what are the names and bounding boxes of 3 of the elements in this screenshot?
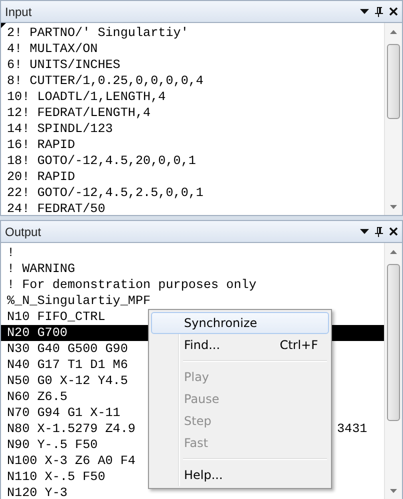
panel-title: Output <box>5 224 42 238</box>
panel-title: Input <box>5 4 33 18</box>
shortcut-label: Ctrl+F <box>280 338 318 352</box>
